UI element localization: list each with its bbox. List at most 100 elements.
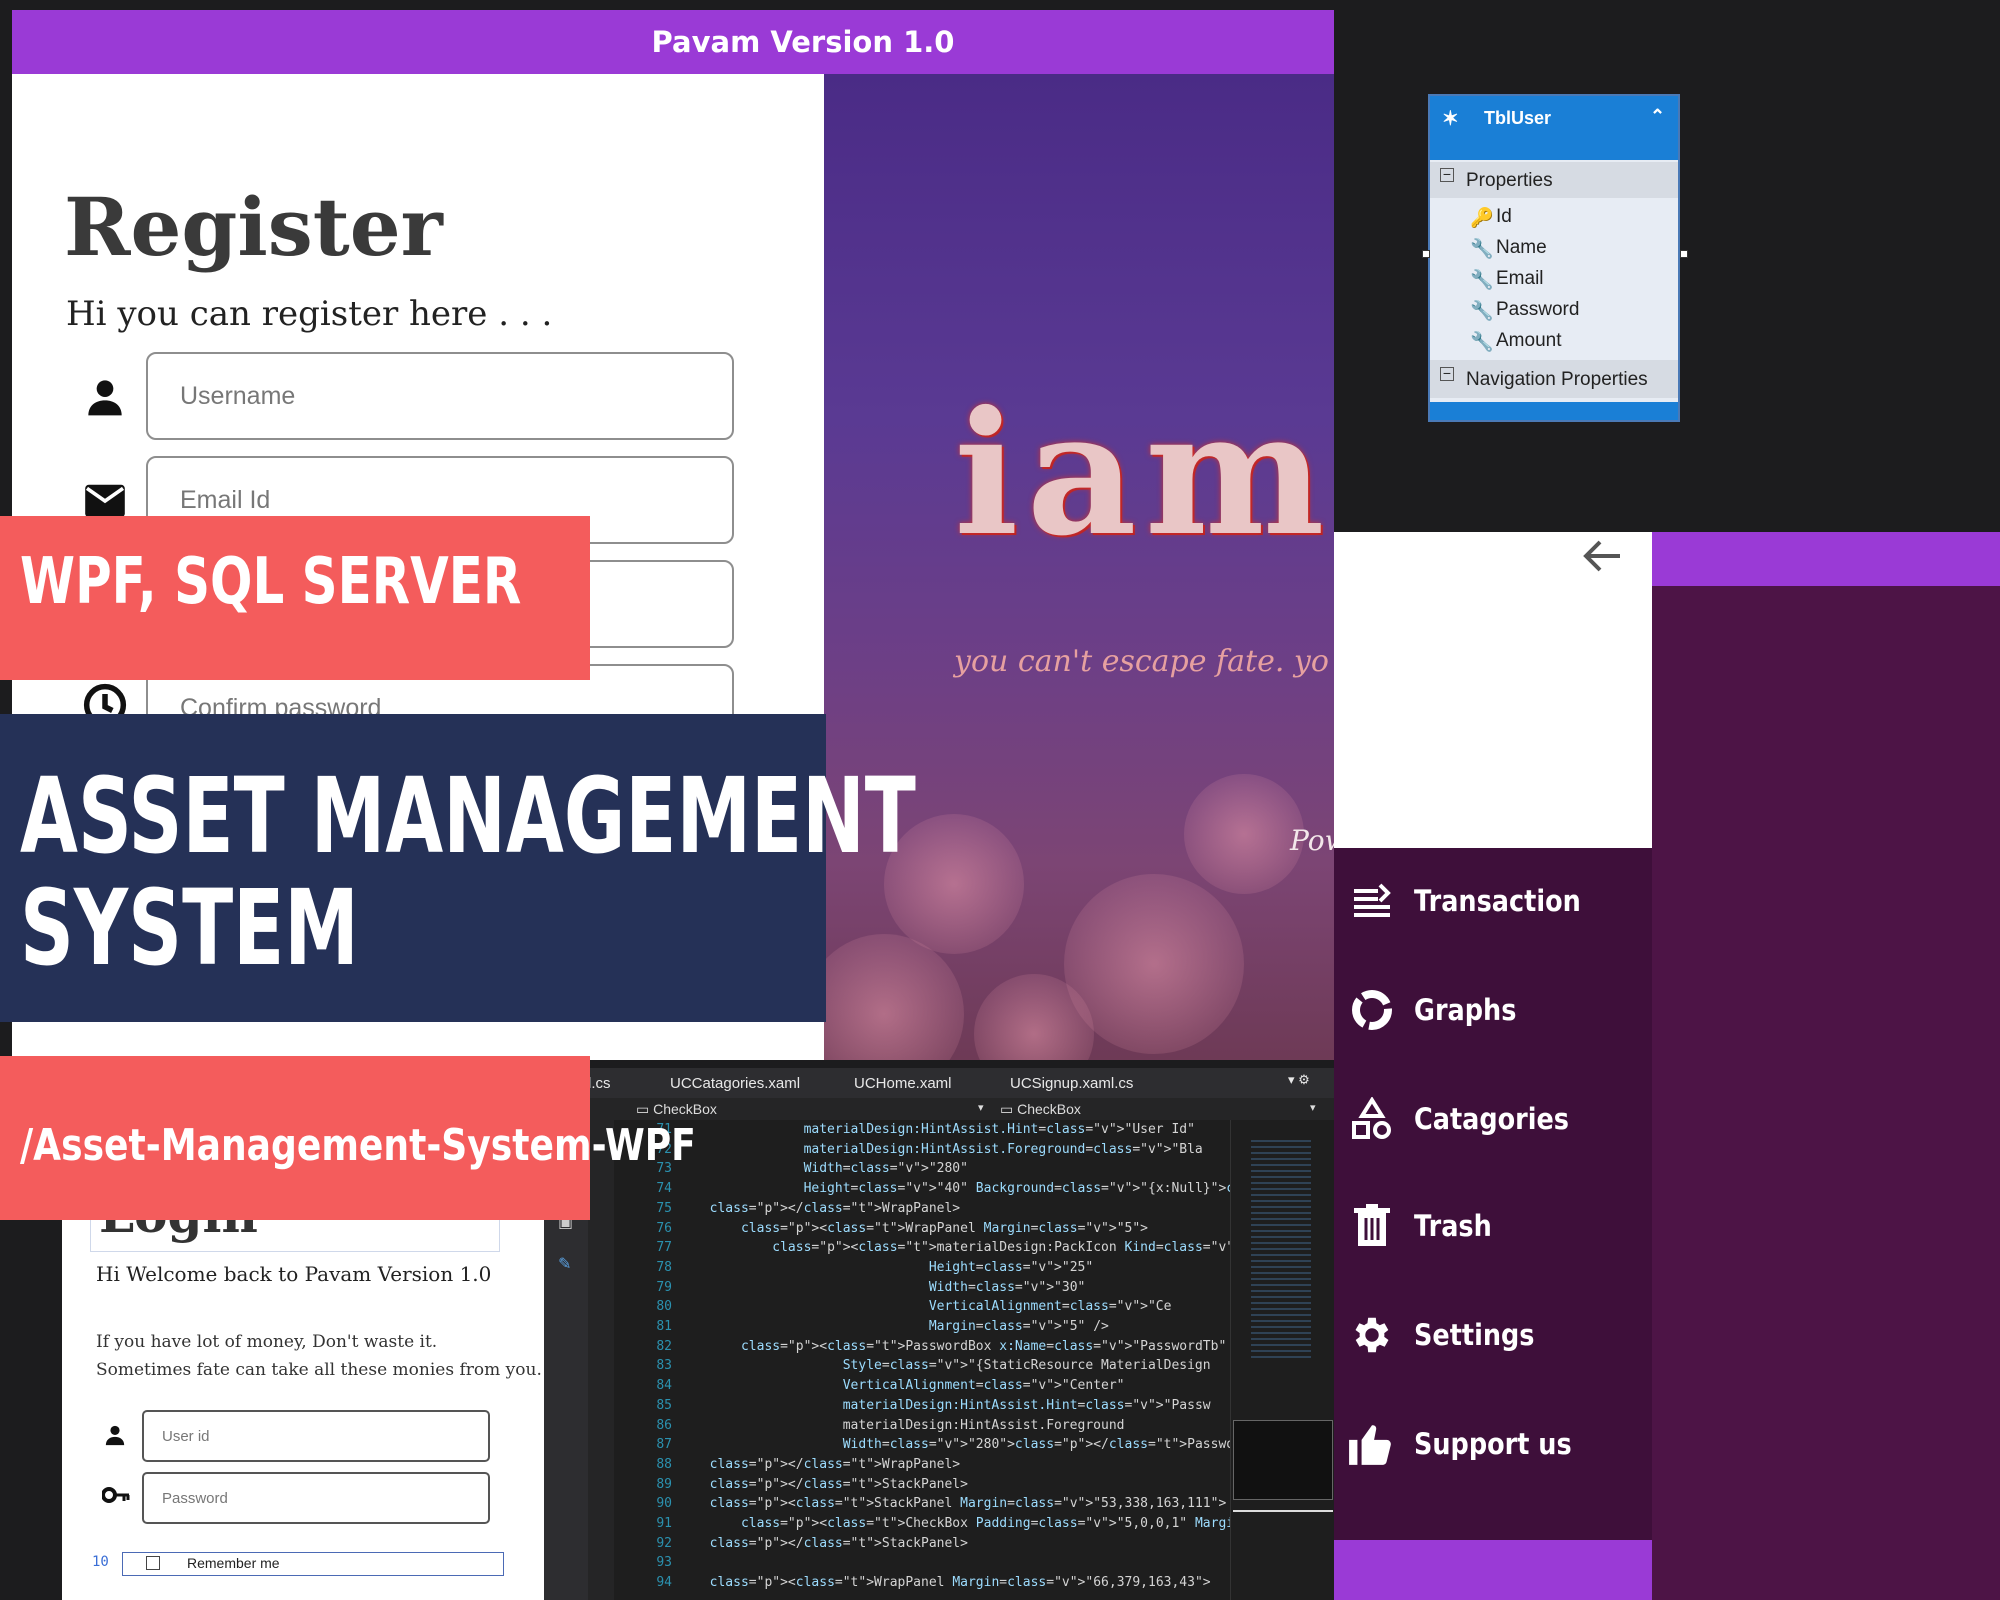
line-numbers: 71 72 73 74 75 76 77 78 79 80 81 82 83 84 85 86 87 88 89 90… bbox=[632, 1120, 672, 1593]
transaction-icon bbox=[1346, 875, 1398, 927]
collapse-minus-icon[interactable]: − bbox=[1440, 167, 1454, 182]
editor-minimap[interactable] bbox=[1230, 1120, 1334, 1600]
entity-property[interactable]: 🔑 Id bbox=[1470, 206, 1512, 229]
sidebar-item-support-us[interactable]: Support us bbox=[1346, 1409, 1646, 1479]
login-quote-line-2: Sometimes fate can take all these monies… bbox=[96, 1360, 542, 1380]
user-id-placeholder: User id bbox=[162, 1428, 210, 1445]
resize-handle[interactable] bbox=[1422, 250, 1430, 258]
code-line: materialDesign:HintAssist.Foreground=cla… bbox=[803, 1141, 1203, 1157]
splash-footer: Powe bbox=[1290, 824, 1334, 857]
title-line-2: SYSTEM bbox=[20, 867, 359, 989]
designer-line-number: 10 bbox=[92, 1554, 109, 1570]
remember-me-checkbox[interactable]: Remember me bbox=[122, 1552, 504, 1576]
line-number: 79 bbox=[656, 1279, 672, 1295]
entity-header: ✶ TblUser ⌃ bbox=[1430, 96, 1678, 160]
title-banner-text: ASSET MANAGEMENT SYSTEM bbox=[20, 760, 916, 984]
code-line: Width=class="v">"30" bbox=[928, 1279, 1086, 1295]
navigation-section-label: Navigation Properties bbox=[1466, 369, 1648, 390]
code-line: Style=class="v">"{StaticResource Materia… bbox=[842, 1358, 1211, 1374]
editor-gutter bbox=[588, 1120, 614, 1600]
line-number: 86 bbox=[656, 1417, 672, 1433]
line-number: 85 bbox=[656, 1397, 672, 1413]
sidebar-item-transaction[interactable]: Transaction bbox=[1346, 866, 1646, 936]
app-top-bar bbox=[1652, 532, 2000, 586]
entity-property[interactable]: 🔧 Name bbox=[1470, 237, 1547, 260]
line-number: 89 bbox=[656, 1476, 672, 1492]
code-line: Height=class="v">"25" bbox=[928, 1259, 1094, 1275]
window-title: Pavam Version 1.0 bbox=[651, 25, 955, 59]
sidebar-item-trash[interactable]: Trash bbox=[1346, 1191, 1646, 1261]
line-number: 83 bbox=[656, 1358, 672, 1374]
chevron-down-icon[interactable]: ▾ bbox=[978, 1101, 984, 1114]
line-number: 74 bbox=[656, 1181, 672, 1197]
collapse-minus-icon[interactable]: − bbox=[1440, 366, 1454, 381]
code-line: class="p"><class="t">PasswordBox x:Name=… bbox=[740, 1338, 1227, 1354]
user-id-field[interactable]: User id bbox=[142, 1410, 490, 1462]
line-number: 87 bbox=[656, 1437, 672, 1453]
code-line: materialDesign:HintAssist.Foreground bbox=[694, 1417, 1125, 1433]
entity-name: TblUser bbox=[1484, 108, 1552, 128]
gear-icon bbox=[1346, 1309, 1398, 1361]
sidebar-item-settings[interactable]: Settings bbox=[1346, 1300, 1646, 1370]
code-area[interactable]: materialDesign:HintAssist.Hint=class="v"… bbox=[694, 1120, 1234, 1593]
username-field[interactable]: Username bbox=[146, 352, 734, 440]
resize-handle[interactable] bbox=[1680, 250, 1688, 258]
line-number: 76 bbox=[656, 1220, 672, 1236]
nav-right-dropdown[interactable]: ▭ CheckBox bbox=[1000, 1101, 1081, 1118]
code-line: class="p"><class="t">WrapPanel Margin=cl… bbox=[740, 1220, 1149, 1236]
navigation-section-header[interactable]: − Navigation Properties bbox=[1430, 360, 1678, 398]
tab-dropdown-icon[interactable]: ▾ ⚙ bbox=[1288, 1072, 1310, 1088]
sidebar-item-label: Support us bbox=[1414, 1427, 1572, 1461]
login-subheading: Hi Welcome back to Pavam Version 1.0 bbox=[96, 1262, 492, 1286]
checkbox-square[interactable] bbox=[146, 1556, 160, 1570]
code-line: Width=class="v">"280" bbox=[803, 1161, 968, 1177]
tech-banner-text: WPF, SQL SERVER bbox=[20, 545, 522, 619]
back-arrow-icon[interactable] bbox=[1580, 536, 1626, 576]
key-icon bbox=[101, 1486, 130, 1508]
content-area bbox=[1652, 586, 2000, 1600]
line-number: 75 bbox=[656, 1200, 672, 1216]
entity-tbluser[interactable]: ✶ TblUser ⌃ − Properties 🔑 Id 🔧 Name 🔧 Emai… bbox=[1422, 94, 1688, 422]
sidebar-item-catagories[interactable]: Catagories bbox=[1346, 1084, 1646, 1154]
editor-tab[interactable]: UCSignup.xaml.cs bbox=[1010, 1075, 1133, 1092]
register-subheading: Hi you can register here . . . bbox=[66, 294, 553, 334]
line-number: 78 bbox=[656, 1259, 672, 1275]
sidebar-item-graphs[interactable]: Graphs bbox=[1346, 975, 1646, 1045]
line-number: 84 bbox=[656, 1378, 672, 1394]
splash-logo: iamsa bbox=[954, 374, 1334, 574]
line-number: 93 bbox=[656, 1555, 672, 1571]
code-line: class="p"><class="t">StackPanel Margin=c… bbox=[709, 1496, 1227, 1512]
password-field[interactable]: Password bbox=[142, 1472, 490, 1524]
line-number: 88 bbox=[656, 1456, 672, 1472]
property-label: Name bbox=[1496, 237, 1547, 258]
editor-tab[interactable]: l.cs bbox=[588, 1075, 611, 1092]
entity-footer bbox=[1430, 402, 1678, 420]
code-line: class="p"><class="t">WrapPanel Margin=cl… bbox=[709, 1575, 1211, 1591]
title-line-1: ASSET MANAGEMENT bbox=[20, 755, 916, 877]
editor-tab[interactable]: UCCatagories.xaml bbox=[670, 1075, 800, 1092]
entity-property[interactable]: 🔧 Amount bbox=[1470, 330, 1562, 353]
splash-tagline: you can't escape fate. yo bbox=[954, 644, 1329, 679]
code-line: VerticalAlignment=class="v">"Ce bbox=[928, 1299, 1172, 1315]
entity-property[interactable]: 🔧 Password bbox=[1470, 299, 1579, 322]
code-line: class="p"></class="t">StackPanel> bbox=[709, 1476, 968, 1492]
entity-property[interactable]: 🔧 Email bbox=[1470, 268, 1544, 291]
wrench-icon: 🔧 bbox=[1470, 239, 1494, 260]
property-label: Amount bbox=[1496, 330, 1562, 351]
editor-tab[interactable]: UCHome.xaml bbox=[854, 1075, 952, 1092]
line-number: 77 bbox=[656, 1240, 672, 1256]
wrench-icon: 🔧 bbox=[1470, 301, 1494, 322]
code-line: class="p"></class="t">StackPanel> bbox=[709, 1535, 968, 1551]
properties-section-header[interactable]: − Properties bbox=[1430, 162, 1678, 198]
nav-left-dropdown[interactable]: ▭ CheckBox bbox=[636, 1101, 717, 1118]
thumbs-up-icon bbox=[1346, 1418, 1398, 1470]
nav-right-label: CheckBox bbox=[1017, 1101, 1081, 1117]
chevron-down-icon[interactable]: ▾ bbox=[1310, 1101, 1316, 1114]
register-heading: Register bbox=[64, 180, 443, 274]
code-line: class="p"></class="t">WrapPanel> bbox=[709, 1200, 961, 1216]
remember-me-label: Remember me bbox=[187, 1555, 280, 1571]
graphs-icon bbox=[1346, 984, 1398, 1036]
edit-icon[interactable]: ✎ bbox=[558, 1254, 571, 1273]
collapse-icon[interactable]: ⌃ bbox=[1650, 106, 1665, 127]
repo-banner-text: /Asset-Management-System-WPF bbox=[20, 1120, 696, 1171]
